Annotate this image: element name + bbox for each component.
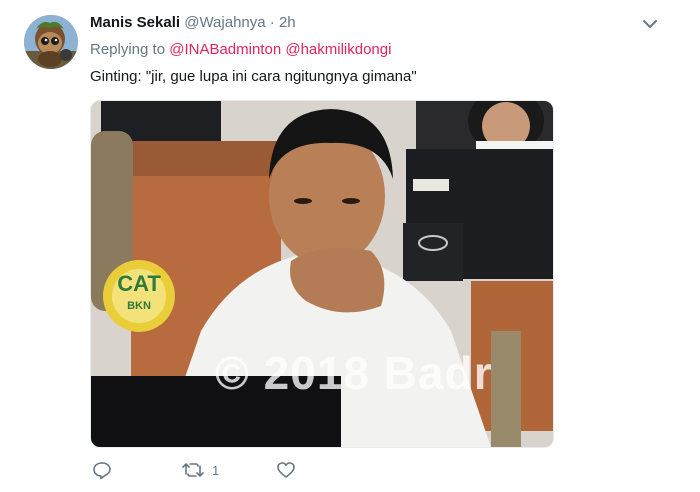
retweet-count: 1 xyxy=(212,462,220,478)
tweet-text: Ginting: "jir, gue lupa ini cara ngitung… xyxy=(90,68,417,85)
replying-to: Replying to @INABadminton @hakmilikdongi xyxy=(90,40,391,60)
replying-to-label: Replying to xyxy=(90,41,166,58)
tweet-menu-button[interactable] xyxy=(640,14,660,34)
mention-link[interactable]: @hakmilikdongi xyxy=(285,41,391,58)
svg-text:BKN: BKN xyxy=(127,300,151,312)
tweet-header: Manis Sekali @Wajahnya · 2h xyxy=(90,13,660,33)
tweet-actions: 1 xyxy=(90,458,390,482)
separator: · xyxy=(269,14,275,31)
retweet-button[interactable]: 1 xyxy=(182,458,219,482)
retweet-icon xyxy=(182,463,204,477)
tweet-photo[interactable]: CAT BKN © 2018 Badr xyxy=(90,100,554,448)
timestamp[interactable]: 2h xyxy=(279,14,296,31)
svg-text:CAT: CAT xyxy=(117,271,161,296)
reply-button[interactable] xyxy=(92,458,112,482)
heart-icon xyxy=(277,462,295,478)
mention-link[interactable]: @INABadminton xyxy=(169,41,281,58)
display-name[interactable]: Manis Sekali xyxy=(90,14,180,31)
avatar-image xyxy=(24,15,78,69)
avatar[interactable] xyxy=(24,15,78,69)
chevron-down-icon xyxy=(643,20,657,28)
like-button[interactable] xyxy=(276,458,296,482)
reply-icon xyxy=(93,462,111,480)
photo-watermark: © 2018 Badr xyxy=(215,347,493,399)
handle[interactable]: @Wajahnya xyxy=(184,14,265,31)
